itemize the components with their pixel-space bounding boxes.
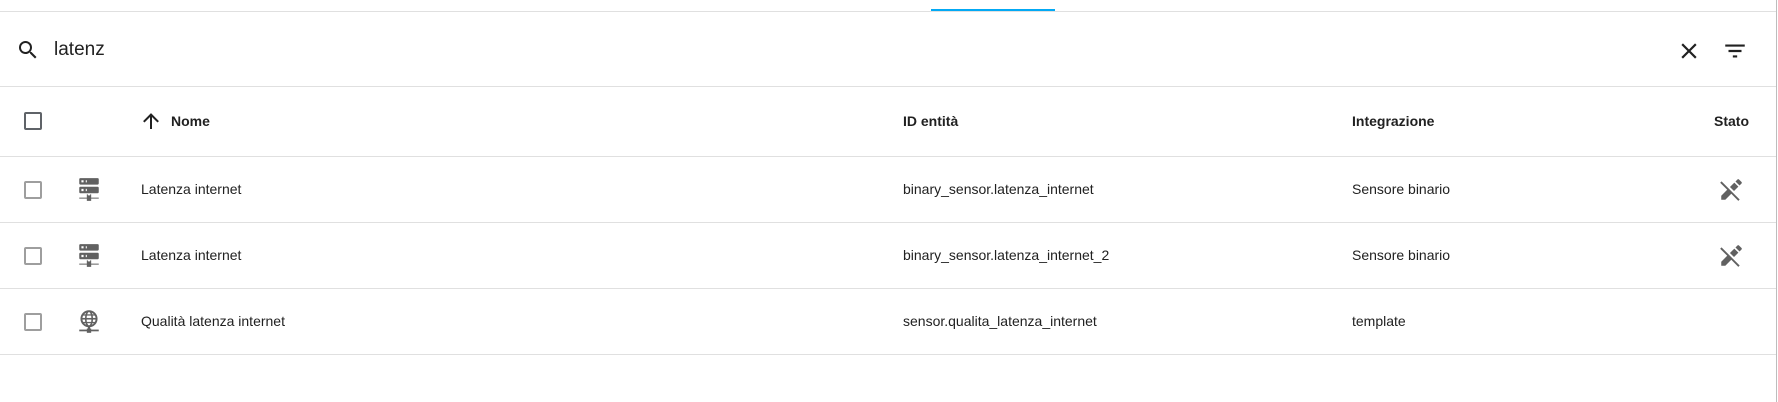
filter-icon[interactable] [1722,38,1748,64]
row-checkbox[interactable] [24,247,42,265]
row-entity-id: sensor.qualita_latenza_internet [903,313,1097,329]
panel-divider [1776,0,1777,402]
active-tab-indicator [931,9,1055,11]
table-row[interactable]: Latenza internet binary_sensor.latenza_i… [0,157,1776,223]
server-icon [79,178,99,201]
search-input[interactable] [54,34,1154,66]
sort-ascending-icon[interactable] [139,109,163,133]
column-header-entity-id[interactable]: ID entità [903,113,958,129]
row-checkbox[interactable] [24,313,42,331]
column-header-integration[interactable]: Integrazione [1352,113,1434,129]
row-name: Latenza internet [141,247,242,263]
column-header-name[interactable]: Nome [171,113,210,129]
row-name: Qualità latenza internet [141,313,285,329]
search-icon [19,41,37,59]
select-all-checkbox[interactable] [24,112,42,130]
row-entity-id: binary_sensor.latenza_internet [903,181,1094,197]
table-row[interactable]: Latenza internet binary_sensor.latenza_i… [0,223,1776,289]
top-tab-bar [0,0,1776,12]
row-entity-id: binary_sensor.latenza_internet_2 [903,247,1110,263]
row-integration: template [1352,313,1406,329]
search-bar [0,12,1776,87]
column-header-status[interactable]: Stato [1714,113,1749,129]
row-checkbox[interactable] [24,181,42,199]
table-row[interactable]: Qualità latenza internet sensor.qualita_… [0,289,1776,355]
pencil-off-icon [1720,179,1742,201]
clear-search-icon[interactable] [1676,38,1702,64]
row-integration: Sensore binario [1352,247,1451,263]
server-icon [79,244,99,267]
table-header: Nome ID entità Integrazione Stato [0,87,1776,157]
web-icon [79,310,99,333]
row-name: Latenza internet [141,181,242,197]
row-integration: Sensore binario [1352,181,1451,197]
pencil-off-icon [1720,245,1742,267]
